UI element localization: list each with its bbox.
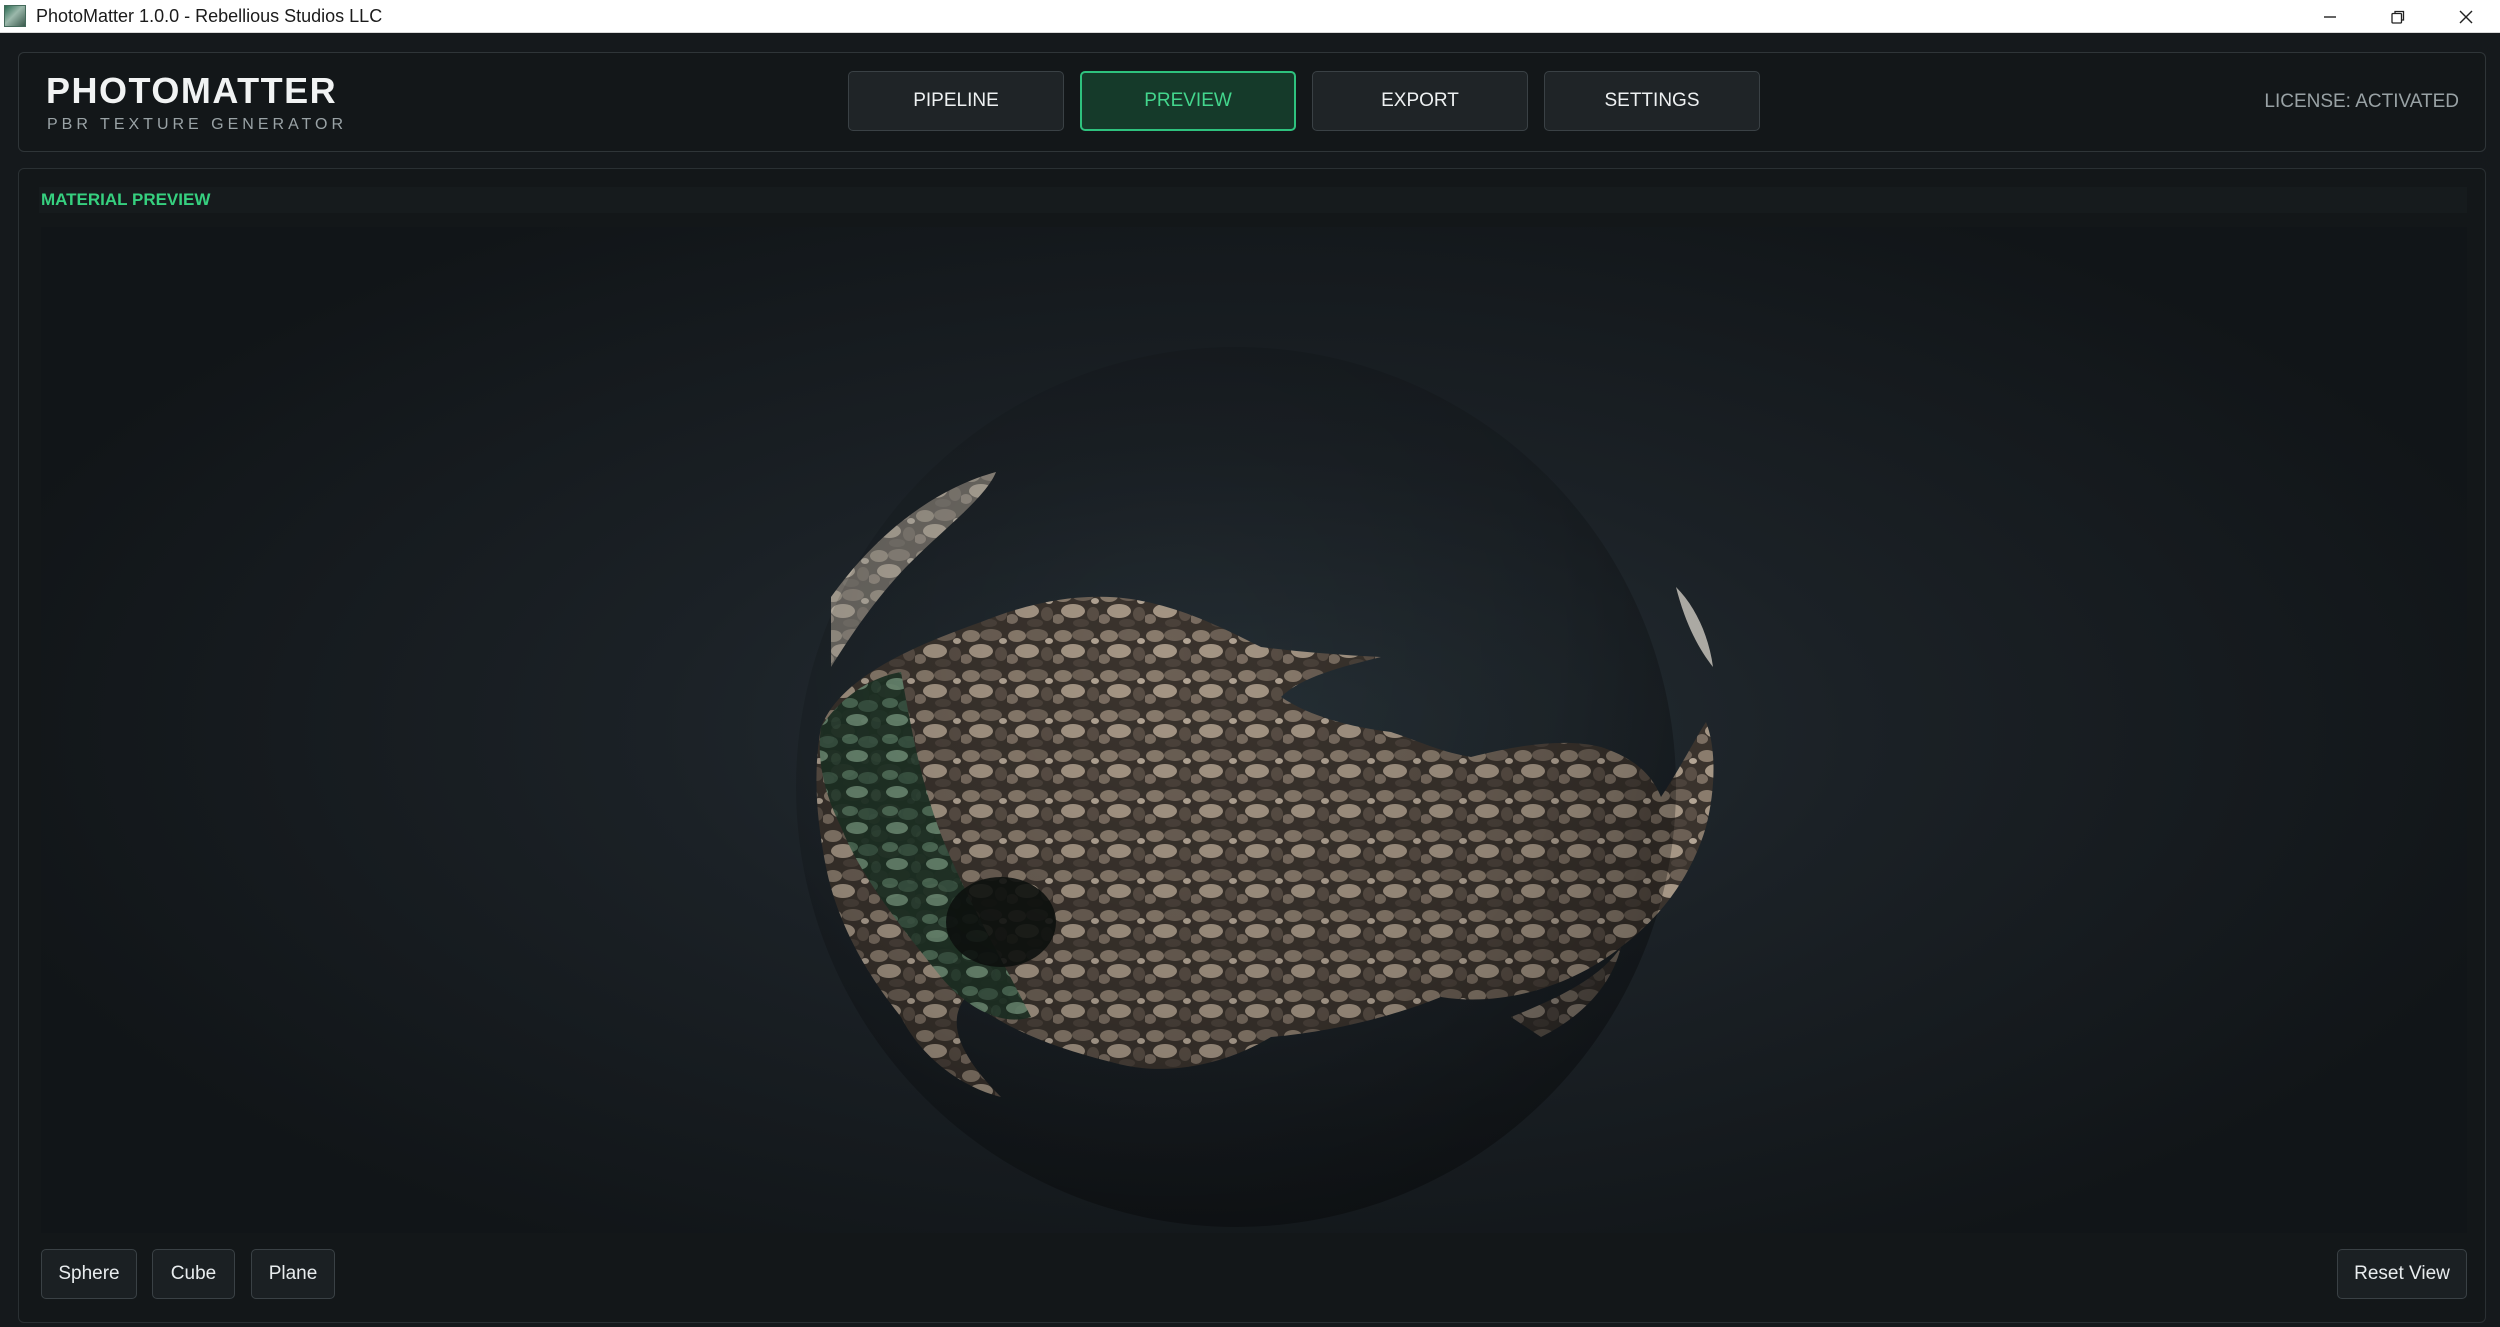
license-status: LICENSE: ACTIVATED <box>2264 91 2459 112</box>
minimize-icon[interactable] <box>2296 0 2364 33</box>
brand-title: PHOTOMATTER <box>46 70 338 111</box>
sphere-render <box>796 347 1714 1227</box>
window-titlebar: PhotoMatter 1.0.0 - Rebellious Studios L… <box>0 0 2500 33</box>
close-icon[interactable] <box>2432 0 2500 33</box>
plane-button[interactable]: Plane <box>251 1249 335 1299</box>
material-preview-panel: MATERIAL PREVIEW Sphere Cube Plane Reset… <box>18 168 2486 1323</box>
tab-preview[interactable]: PREVIEW <box>1080 71 1296 131</box>
app-header: PHOTOMATTER PBR TEXTURE GENERATOR PIPELI… <box>18 52 2486 152</box>
panel-title: MATERIAL PREVIEW <box>41 190 211 209</box>
cube-button[interactable]: Cube <box>152 1249 235 1299</box>
window-title: PhotoMatter 1.0.0 - Rebellious Studios L… <box>36 5 383 26</box>
preview-viewport[interactable] <box>41 227 2467 1233</box>
tab-export[interactable]: EXPORT <box>1312 71 1528 131</box>
panel-header: MATERIAL PREVIEW <box>39 187 2467 213</box>
sphere-button[interactable]: Sphere <box>41 1249 137 1299</box>
tab-pipeline[interactable]: PIPELINE <box>848 71 1064 131</box>
reset-view-button[interactable]: Reset View <box>2337 1249 2467 1299</box>
main-nav: PIPELINE PREVIEW EXPORT SETTINGS <box>848 71 1760 131</box>
tab-settings[interactable]: SETTINGS <box>1544 71 1760 131</box>
app-logo-icon <box>4 5 26 27</box>
preview-toolbar: Sphere Cube Plane Reset View <box>41 1249 2467 1299</box>
brand-subtitle: PBR TEXTURE GENERATOR <box>47 116 348 133</box>
window-controls <box>2296 0 2500 33</box>
restore-icon[interactable] <box>2364 0 2432 33</box>
